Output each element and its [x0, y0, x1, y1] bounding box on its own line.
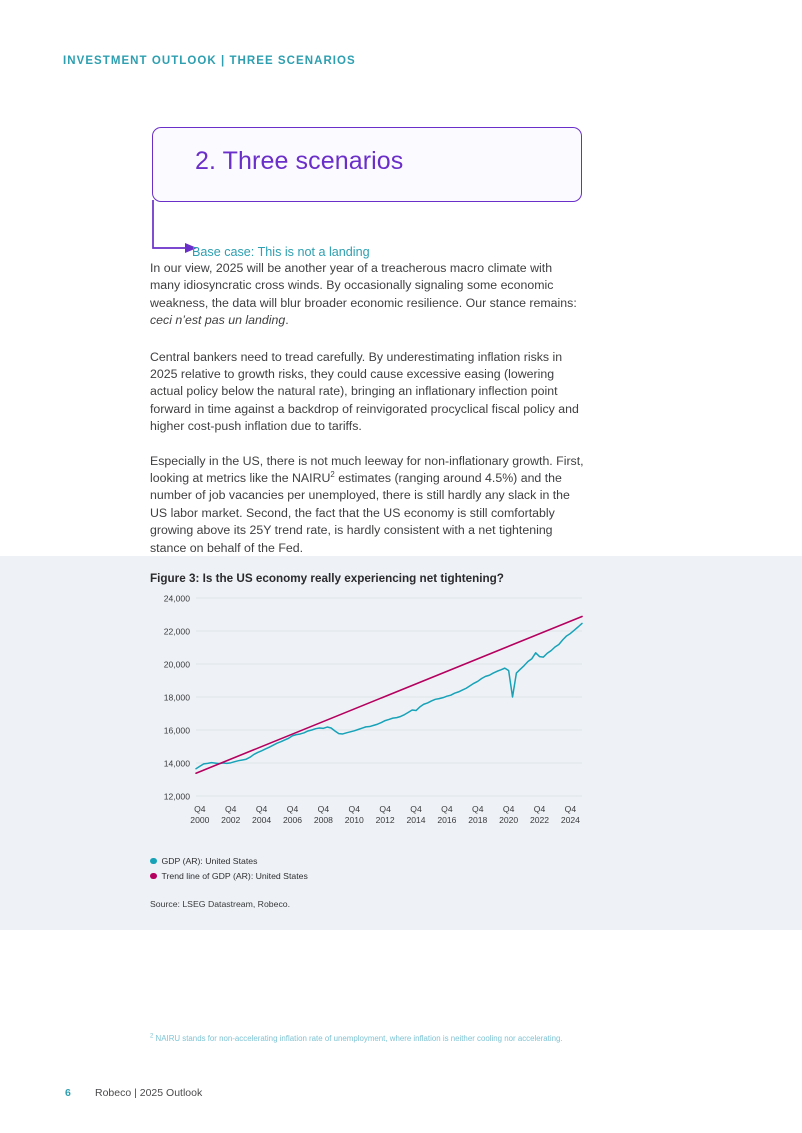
series-line-gdp [195, 622, 583, 770]
footer-divider [0, 1072, 802, 1073]
x-axis-tick-quarter: Q4 [441, 804, 453, 814]
figure-title: Figure 3: Is the US economy really exper… [150, 572, 504, 585]
legend-marker-gdp [150, 857, 157, 865]
y-axis-tick-label: 20,000 [164, 660, 191, 670]
x-axis-tick-quarter: Q4 [379, 804, 391, 814]
y-axis-tick-label: 22,000 [164, 627, 191, 637]
x-axis-tick-quarter: Q4 [503, 804, 515, 814]
x-axis-tick-year: 2006 [283, 815, 302, 825]
x-axis-tick-quarter: Q4 [318, 804, 330, 814]
paragraph-2: Central bankers need to tread carefully.… [150, 349, 579, 434]
x-axis-tick-year: 2018 [468, 815, 487, 825]
footnote-text: NAIRU stands for non-accelerating inflat… [153, 1034, 563, 1043]
paragraph-1-tail: . [285, 313, 289, 328]
legend-item-trend: Trend line of GDP (AR): United States [150, 870, 308, 882]
x-axis-tick-quarter: Q4 [287, 804, 299, 814]
y-axis-tick-label: 16,000 [164, 726, 191, 736]
x-axis-tick-quarter: Q4 [194, 804, 206, 814]
series-line-trend [195, 615, 583, 775]
x-axis-tick-quarter: Q4 [534, 804, 546, 814]
x-axis-tick-year: 2022 [530, 815, 549, 825]
section-heading-box: 2. Three scenarios [152, 127, 582, 202]
section-heading-title: 2. Three scenarios [195, 147, 404, 175]
x-axis-tick-quarter: Q4 [410, 804, 422, 814]
paragraph-1-emphasis: ceci n’est pas un landing [150, 313, 286, 328]
document-page: INVESTMENT OUTLOOK | THREE SCENARIOS 2. … [0, 0, 802, 1133]
page-footnote: 2 NAIRU stands for non-accelerating infl… [150, 1033, 563, 1043]
x-axis-tick-year: 2010 [345, 815, 364, 825]
x-axis-tick-year: 2024 [561, 815, 580, 825]
paragraph-1-text: In our view, 2025 will be another year o… [150, 261, 577, 310]
x-axis-tick-quarter: Q4 [225, 804, 237, 814]
chart-canvas: 12,000 14,000 16,000 18,000 20,000 22,000 24,0… [164, 594, 583, 825]
legend-label-gdp: GDP (AR): United States [161, 856, 258, 866]
x-axis-tick-quarter: Q4 [256, 804, 268, 814]
footer-page-number: 6 [65, 1087, 71, 1099]
x-axis-tick-year: 2004 [252, 815, 271, 825]
y-axis-tick-label: 24,000 [164, 594, 191, 604]
paragraph-3: Especially in the US, there is not much … [150, 453, 584, 557]
x-axis-tick-year: 2002 [221, 815, 240, 825]
y-axis-tick-label: 14,000 [164, 759, 191, 769]
legend-item-gdp: GDP (AR): United States [150, 855, 308, 867]
x-axis-tick-quarter: Q4 [565, 804, 577, 814]
x-axis-tick-quarter: Q4 [472, 804, 484, 814]
footer-label: Robeco | 2025 Outlook [95, 1087, 203, 1099]
x-axis-tick-year: 2008 [314, 815, 333, 825]
line-chart: 12,000 14,000 16,000 18,000 20,000 22,000 24,0… [150, 592, 590, 854]
x-axis-tick-year: 2020 [499, 815, 518, 825]
x-axis-tick-year: 2016 [437, 815, 456, 825]
x-axis-tick-year: 2000 [190, 815, 209, 825]
legend-marker-trend [150, 872, 157, 880]
figure-source: Source: LSEG Datastream, Robeco. [150, 899, 291, 909]
chart-legend: GDP (AR): United States Trend line of GD… [150, 855, 308, 885]
x-axis-tick-year: 2012 [376, 815, 395, 825]
body-copy: In our view, 2025 will be another year o… [150, 260, 584, 574]
subsection-heading: Base case: This is not a landing [192, 245, 370, 259]
legend-label-trend: Trend line of GDP (AR): United States [161, 871, 308, 881]
x-axis-tick-year: 2014 [406, 815, 425, 825]
y-axis-tick-label: 18,000 [164, 693, 191, 703]
x-axis-tick-quarter: Q4 [349, 804, 361, 814]
y-axis-tick-label: 12,000 [164, 792, 191, 802]
paragraph-1: In our view, 2025 will be another year o… [150, 260, 584, 330]
page-eyebrow: INVESTMENT OUTLOOK | THREE SCENARIOS [63, 55, 356, 67]
